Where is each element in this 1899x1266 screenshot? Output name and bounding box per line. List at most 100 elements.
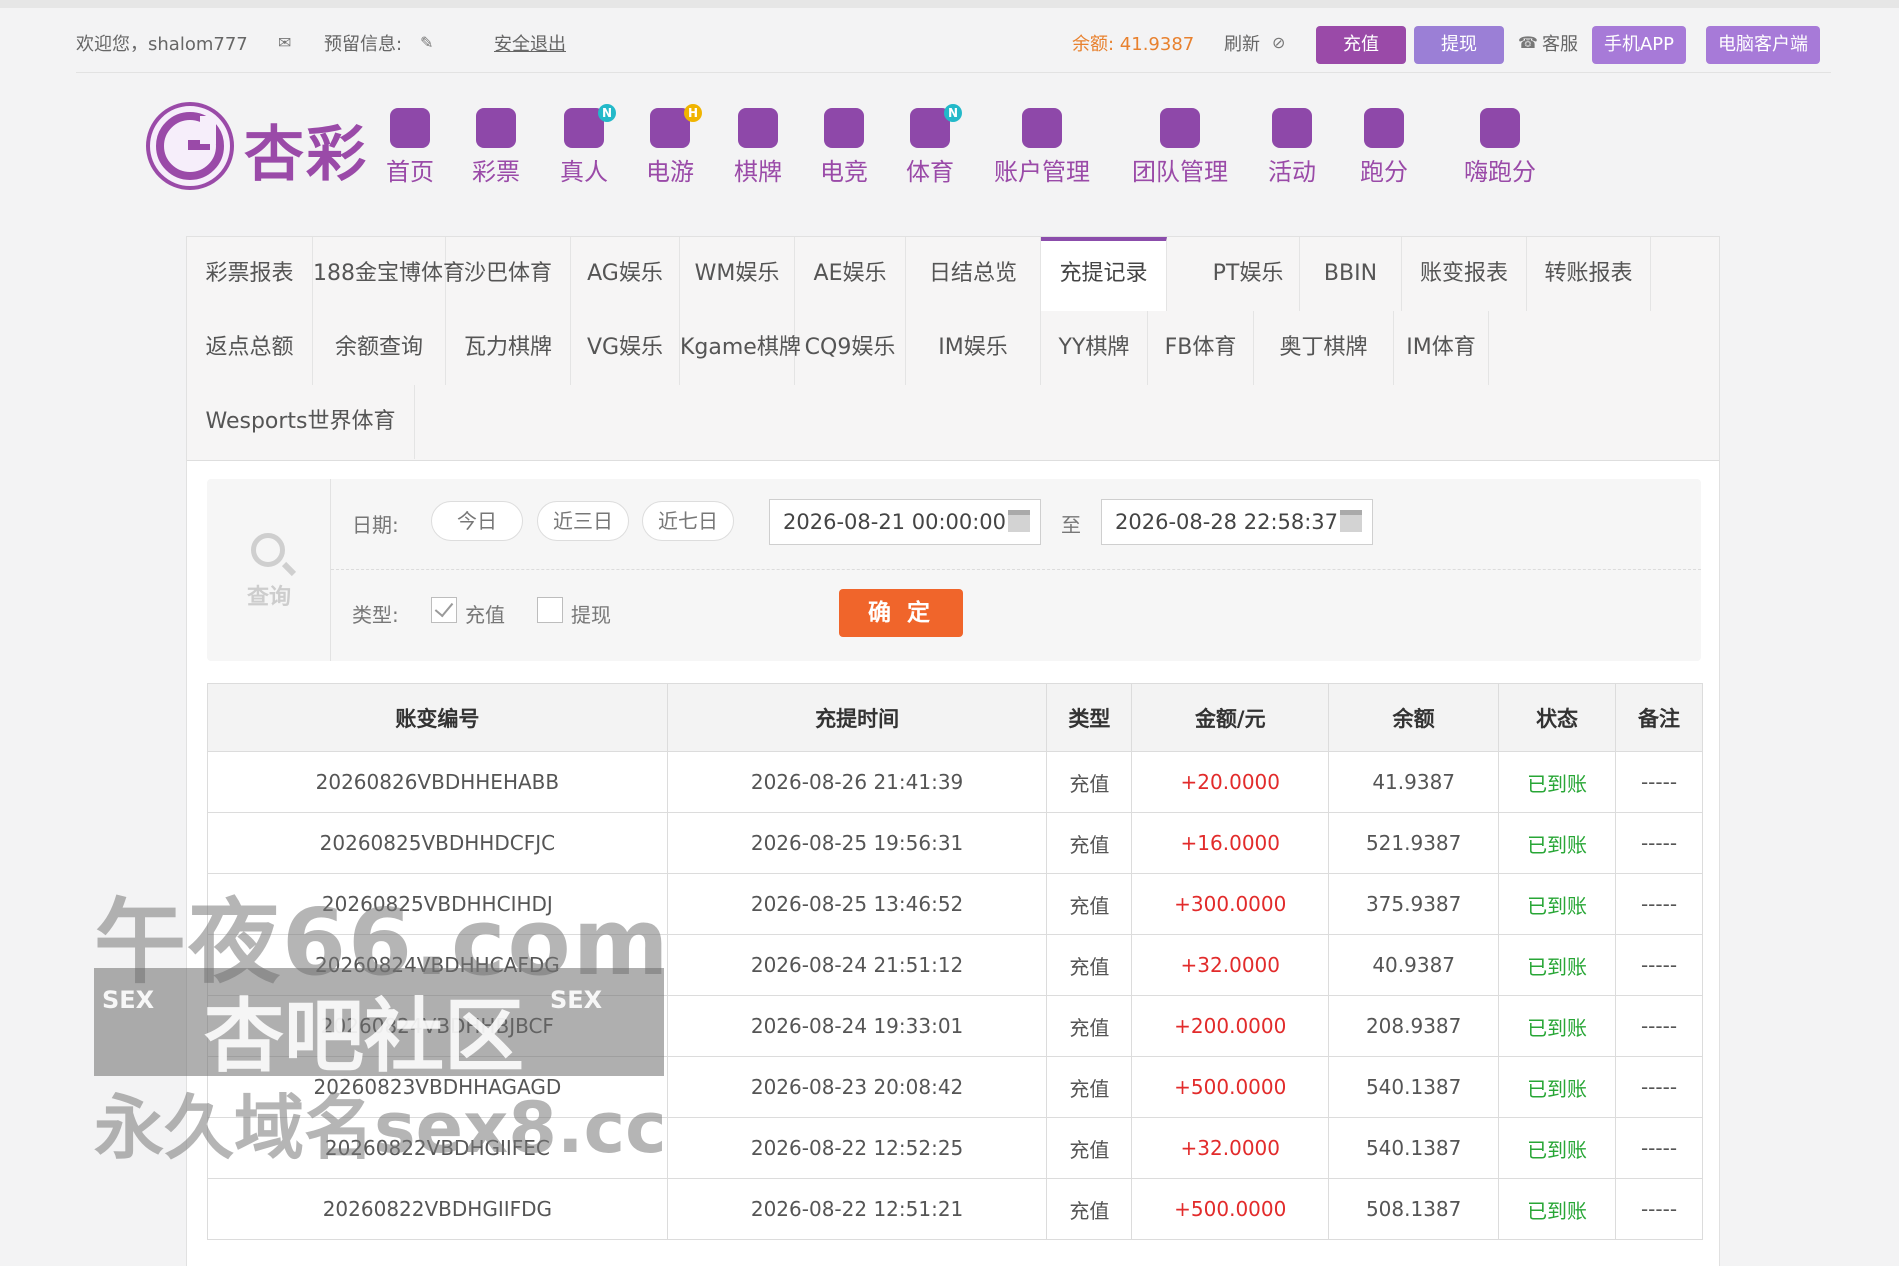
calendar-icon[interactable] bbox=[1340, 510, 1362, 532]
nav-item-11[interactable]: 嗨跑分 bbox=[1464, 108, 1536, 187]
tab-tabs_row1-7[interactable]: 充提记录 bbox=[1041, 237, 1167, 311]
nav-item-5[interactable]: 电竞 bbox=[820, 108, 868, 187]
table-cell: +32.0000 bbox=[1131, 1117, 1330, 1179]
table-cell: ----- bbox=[1615, 1178, 1703, 1240]
recharge-checkbox-label[interactable]: 充值 bbox=[465, 599, 505, 628]
tab-tabs_row1-4[interactable]: WM娱乐 bbox=[680, 237, 795, 311]
withdraw-checkbox-label[interactable]: 提现 bbox=[571, 599, 611, 628]
report-panel: 彩票报表 188金宝博体育 沙巴体育 AG娱乐 WM娱乐 AE娱乐 日结总览 充提记录 PT娱乐… bbox=[186, 236, 1720, 1266]
home-icon bbox=[390, 108, 430, 148]
customer-service-link[interactable]: 客服 bbox=[1542, 30, 1578, 56]
table-row: 20260825VBDHHDCFJC 2026-08-25 19:56:31 充值 +… bbox=[207, 812, 1703, 874]
withdraw-checkbox[interactable] bbox=[537, 597, 563, 623]
nav-item-1[interactable]: 彩票 bbox=[472, 108, 520, 187]
calendar-icon[interactable] bbox=[1008, 510, 1030, 532]
tab-tabs_row2-6[interactable]: IM娱乐 bbox=[906, 311, 1041, 385]
nav-item-10[interactable]: 跑分 bbox=[1360, 108, 1408, 187]
nav-label: 活动 bbox=[1268, 158, 1316, 186]
nav-item-9[interactable]: 活动 bbox=[1268, 108, 1316, 187]
table-row: 20260824VBDHHCAFDG 2026-08-24 21:51:12 充值 +… bbox=[207, 934, 1703, 996]
nav-item-3[interactable]: H 电游 bbox=[646, 104, 702, 187]
table-row: 20260826VBDHHEHABB 2026-08-26 21:41:39 充值 +… bbox=[207, 751, 1703, 813]
tab-tabs_row1-11[interactable]: 转账报表 bbox=[1527, 237, 1651, 311]
table-cell: 2026-08-22 12:51:21 bbox=[666, 1178, 1048, 1240]
column-header: 余额 bbox=[1328, 683, 1500, 752]
tab-tabs_row2-5[interactable]: CQ9娱乐 bbox=[795, 311, 906, 385]
nav-item-8[interactable]: 团队管理 bbox=[1132, 108, 1228, 187]
table-cell: 508.1387 bbox=[1328, 1178, 1500, 1240]
mobile-app-button[interactable]: 手机APP bbox=[1592, 26, 1686, 64]
tab-tabs_row1-0[interactable]: 彩票报表 bbox=[187, 237, 313, 311]
table-cell: +20.0000 bbox=[1131, 751, 1330, 813]
table-cell: 充值 bbox=[1046, 1178, 1133, 1240]
mail-icon[interactable]: ✉ bbox=[278, 33, 291, 52]
table-cell: 208.9387 bbox=[1328, 995, 1500, 1057]
table-cell: 已到账 bbox=[1498, 873, 1617, 935]
table-cell: +500.0000 bbox=[1131, 1056, 1330, 1118]
refresh-label[interactable]: 刷新 bbox=[1224, 30, 1260, 56]
query-divider bbox=[331, 569, 1701, 570]
table-cell: 已到账 bbox=[1498, 1056, 1617, 1118]
edit-icon[interactable]: ✎ bbox=[420, 33, 433, 52]
tab-tabs_row1-5[interactable]: AE娱乐 bbox=[795, 237, 906, 311]
nav-label: 棋牌 bbox=[734, 158, 782, 186]
nav-item-0[interactable]: 首页 bbox=[386, 108, 434, 187]
logo-emblem-icon bbox=[146, 102, 234, 190]
tab-tabs_row1-1[interactable]: 188金宝博体育 bbox=[313, 237, 465, 311]
table-row: 20260822VBDHGIIFDG 2026-08-22 12:51:21 充值 +… bbox=[207, 1178, 1703, 1240]
tab-tabs_row2-0[interactable]: 返点总额 bbox=[187, 311, 313, 385]
withdraw-button[interactable]: 提现 bbox=[1414, 26, 1504, 64]
tab-tabs_row2-3[interactable]: VG娱乐 bbox=[571, 311, 680, 385]
tab-tabs_row3-0[interactable]: Wesports世界体育 bbox=[187, 385, 415, 459]
table-header-row: 账变编号 充提时间 类型 金额/元 余额 状态 备注 bbox=[207, 683, 1703, 752]
table-cell: ----- bbox=[1615, 1117, 1703, 1179]
nav-label: 电游 bbox=[646, 158, 694, 186]
table-cell: 充值 bbox=[1046, 873, 1133, 935]
confirm-button[interactable]: 确 定 bbox=[839, 589, 963, 637]
table-cell: 已到账 bbox=[1498, 995, 1617, 1057]
table-cell: 540.1387 bbox=[1328, 1056, 1500, 1118]
headset-icon[interactable]: ☎ bbox=[1518, 33, 1538, 52]
pc-client-button[interactable]: 电脑客户端 bbox=[1706, 26, 1820, 64]
table-cell: 20260824VBDHHBJBCF bbox=[207, 995, 668, 1057]
logout-link[interactable]: 安全退出 bbox=[494, 30, 566, 56]
table-cell: 40.9387 bbox=[1328, 934, 1500, 996]
tab-tabs_row1-3[interactable]: AG娱乐 bbox=[571, 237, 680, 311]
tab-tabs_row1-8[interactable]: PT娱乐 bbox=[1197, 237, 1300, 311]
nav-item-4[interactable]: 棋牌 bbox=[734, 108, 782, 187]
table-cell: 20260822VBDHGIIFDG bbox=[207, 1178, 668, 1240]
tab-tabs_row1-6[interactable]: 日结总览 bbox=[906, 237, 1041, 311]
table-cell: 2026-08-25 13:46:52 bbox=[666, 873, 1048, 935]
tab-tabs_row2-4[interactable]: Kgame棋牌 bbox=[680, 311, 801, 385]
tab-tabs_row2-10[interactable]: IM体育 bbox=[1394, 311, 1489, 385]
recharge-button[interactable]: 充值 bbox=[1316, 26, 1406, 64]
table-cell: 375.9387 bbox=[1328, 873, 1500, 935]
table-cell: 20260822VBDHGIIFEC bbox=[207, 1117, 668, 1179]
start-date-input[interactable]: 2026-08-21 00:00:00 bbox=[769, 499, 1041, 545]
tab-tabs_row1-9[interactable]: BBIN bbox=[1300, 237, 1402, 311]
nav-item-2[interactable]: N 真人 bbox=[560, 104, 616, 187]
nav-item-6[interactable]: N 体育 bbox=[906, 104, 962, 187]
three-days-button[interactable]: 近三日 bbox=[537, 501, 629, 541]
seven-days-button[interactable]: 近七日 bbox=[642, 501, 734, 541]
table-cell: 20260826VBDHHEHABB bbox=[207, 751, 668, 813]
today-button[interactable]: 今日 bbox=[431, 501, 523, 541]
table-cell: 充值 bbox=[1046, 995, 1133, 1057]
end-date-input[interactable]: 2026-08-28 22:58:37 bbox=[1101, 499, 1373, 545]
tab-tabs_row2-1[interactable]: 余额查询 bbox=[313, 311, 446, 385]
eye-hidden-icon[interactable]: ⊘ bbox=[1272, 33, 1285, 52]
tab-tabs_row2-9[interactable]: 奥丁棋牌 bbox=[1254, 311, 1394, 385]
table-cell: 2026-08-25 19:56:31 bbox=[666, 812, 1048, 874]
site-logo[interactable]: 杏彩 bbox=[144, 100, 374, 192]
tab-tabs_row2-7[interactable]: YY棋牌 bbox=[1041, 311, 1148, 385]
recharge-checkbox[interactable] bbox=[431, 597, 457, 623]
nav-item-7[interactable]: 账户管理 bbox=[994, 108, 1090, 187]
tab-tabs_row1-2[interactable]: 沙巴体育 bbox=[446, 237, 571, 311]
query-side: 查询 bbox=[207, 479, 331, 661]
nav-badge: N bbox=[598, 104, 616, 122]
tab-tabs_row1-10[interactable]: 账变报表 bbox=[1402, 237, 1527, 311]
tab-tabs_row2-2[interactable]: 瓦力棋牌 bbox=[446, 311, 571, 385]
table-cell: +200.0000 bbox=[1131, 995, 1330, 1057]
date-label: 日期: bbox=[352, 513, 399, 537]
tab-tabs_row2-8[interactable]: FB体育 bbox=[1148, 311, 1254, 385]
